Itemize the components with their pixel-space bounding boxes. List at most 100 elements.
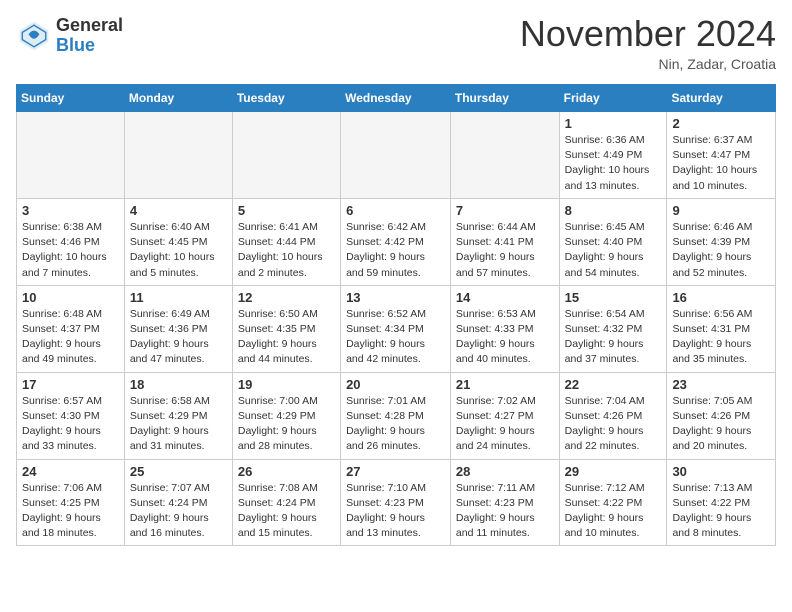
day-header-tuesday: Tuesday — [232, 85, 340, 112]
day-number: 17 — [22, 377, 119, 392]
day-number: 27 — [346, 464, 445, 479]
calendar-cell: 19Sunrise: 7:00 AM Sunset: 4:29 PM Dayli… — [232, 372, 340, 459]
calendar-cell — [124, 112, 232, 199]
calendar-cell: 25Sunrise: 7:07 AM Sunset: 4:24 PM Dayli… — [124, 459, 232, 546]
day-info: Sunrise: 7:10 AM Sunset: 4:23 PM Dayligh… — [346, 481, 445, 542]
day-header-thursday: Thursday — [450, 85, 559, 112]
day-number: 10 — [22, 290, 119, 305]
day-number: 23 — [672, 377, 770, 392]
logo-text: General Blue — [56, 16, 123, 56]
day-info: Sunrise: 7:12 AM Sunset: 4:22 PM Dayligh… — [565, 481, 662, 542]
week-row-3: 10 Sunrise: 6:48 AM Sunset: 4:37 PM Dayli… — [17, 285, 776, 372]
day-info: Sunrise: 7:02 AM Sunset: 4:27 PM Dayligh… — [456, 394, 554, 455]
day-number: 4 — [130, 203, 227, 218]
logo-icon — [16, 18, 52, 54]
calendar-cell: 29 Sunrise: 7:12 AM Sunset: 4:22 PM Dayli… — [559, 459, 667, 546]
day-info: Sunrise: 6:46 AM Sunset: 4:39 PM Dayligh… — [672, 220, 770, 281]
week-row-2: 3Sunrise: 6:38 AM Sunset: 4:46 PM Daylig… — [17, 198, 776, 285]
calendar-cell: 13Sunrise: 6:52 AM Sunset: 4:34 PM Dayli… — [341, 285, 451, 372]
day-number: 7 — [456, 203, 554, 218]
day-info: Sunrise: 7:06 AM Sunset: 4:25 PM Dayligh… — [22, 481, 119, 542]
day-number: 9 — [672, 203, 770, 218]
day-header-sunday: Sunday — [17, 85, 125, 112]
calendar-cell: 7 Sunrise: 6:44 AM Sunset: 4:41 PM Daylig… — [450, 198, 559, 285]
calendar-cell: 2Sunrise: 6:37 AM Sunset: 4:47 PM Daylig… — [667, 112, 776, 199]
day-info: Sunrise: 7:04 AM Sunset: 4:26 PM Dayligh… — [565, 394, 662, 455]
day-number: 30 — [672, 464, 770, 479]
day-info: Sunrise: 7:08 AM Sunset: 4:24 PM Dayligh… — [238, 481, 335, 542]
calendar-cell: 24 Sunrise: 7:06 AM Sunset: 4:25 PM Dayli… — [17, 459, 125, 546]
day-number: 8 — [565, 203, 662, 218]
calendar-cell: 11 Sunrise: 6:49 AM Sunset: 4:36 PM Dayli… — [124, 285, 232, 372]
week-row-4: 17 Sunrise: 6:57 AM Sunset: 4:30 PM Dayli… — [17, 372, 776, 459]
logo-blue: Blue — [56, 36, 123, 56]
day-number: 26 — [238, 464, 335, 479]
day-info: Sunrise: 7:11 AM Sunset: 4:23 PM Dayligh… — [456, 481, 554, 542]
day-info: Sunrise: 6:54 AM Sunset: 4:32 PM Dayligh… — [565, 307, 662, 368]
calendar-cell — [450, 112, 559, 199]
day-info: Sunrise: 6:58 AM Sunset: 4:29 PM Dayligh… — [130, 394, 227, 455]
day-info: Sunrise: 7:07 AM Sunset: 4:24 PM Dayligh… — [130, 481, 227, 542]
day-info: Sunrise: 7:13 AM Sunset: 4:22 PM Dayligh… — [672, 481, 770, 542]
day-number: 15 — [565, 290, 662, 305]
day-number: 28 — [456, 464, 554, 479]
day-info: Sunrise: 7:00 AM Sunset: 4:29 PM Dayligh… — [238, 394, 335, 455]
day-info: Sunrise: 6:48 AM Sunset: 4:37 PM Dayligh… — [22, 307, 119, 368]
day-number: 5 — [238, 203, 335, 218]
day-info: Sunrise: 6:40 AM Sunset: 4:45 PM Dayligh… — [130, 220, 227, 281]
day-info: Sunrise: 6:56 AM Sunset: 4:31 PM Dayligh… — [672, 307, 770, 368]
calendar-cell: 14Sunrise: 6:53 AM Sunset: 4:33 PM Dayli… — [450, 285, 559, 372]
day-number: 24 — [22, 464, 119, 479]
calendar-cell: 16 Sunrise: 6:56 AM Sunset: 4:31 PM Dayli… — [667, 285, 776, 372]
week-row-5: 24 Sunrise: 7:06 AM Sunset: 4:25 PM Dayli… — [17, 459, 776, 546]
calendar-cell: 20 Sunrise: 7:01 AM Sunset: 4:28 PM Dayli… — [341, 372, 451, 459]
month-title: November 2024 — [520, 16, 776, 52]
day-number: 20 — [346, 377, 445, 392]
logo: General Blue — [16, 16, 123, 56]
calendar-cell: 4 Sunrise: 6:40 AM Sunset: 4:45 PM Daylig… — [124, 198, 232, 285]
calendar-cell: 18Sunrise: 6:58 AM Sunset: 4:29 PM Dayli… — [124, 372, 232, 459]
page-header: General Blue November 2024 Nin, Zadar, C… — [16, 16, 776, 72]
day-info: Sunrise: 7:01 AM Sunset: 4:28 PM Dayligh… — [346, 394, 445, 455]
day-number: 2 — [672, 116, 770, 131]
calendar-cell: 6 Sunrise: 6:42 AM Sunset: 4:42 PM Daylig… — [341, 198, 451, 285]
day-number: 6 — [346, 203, 445, 218]
day-info: Sunrise: 6:44 AM Sunset: 4:41 PM Dayligh… — [456, 220, 554, 281]
calendar-cell: 17 Sunrise: 6:57 AM Sunset: 4:30 PM Dayli… — [17, 372, 125, 459]
day-header-friday: Friday — [559, 85, 667, 112]
week-row-1: 1 Sunrise: 6:36 AM Sunset: 4:49 PM Daylig… — [17, 112, 776, 199]
day-number: 16 — [672, 290, 770, 305]
day-info: Sunrise: 6:36 AM Sunset: 4:49 PM Dayligh… — [565, 133, 662, 194]
calendar-cell: 5 Sunrise: 6:41 AM Sunset: 4:44 PM Daylig… — [232, 198, 340, 285]
calendar-table: SundayMondayTuesdayWednesdayThursdayFrid… — [16, 84, 776, 546]
day-info: Sunrise: 6:57 AM Sunset: 4:30 PM Dayligh… — [22, 394, 119, 455]
calendar-cell: 22 Sunrise: 7:04 AM Sunset: 4:26 PM Dayli… — [559, 372, 667, 459]
calendar-cell: 15 Sunrise: 6:54 AM Sunset: 4:32 PM Dayli… — [559, 285, 667, 372]
day-info: Sunrise: 6:38 AM Sunset: 4:46 PM Dayligh… — [22, 220, 119, 281]
day-header-wednesday: Wednesday — [341, 85, 451, 112]
day-header-monday: Monday — [124, 85, 232, 112]
day-number: 1 — [565, 116, 662, 131]
calendar-cell: 3Sunrise: 6:38 AM Sunset: 4:46 PM Daylig… — [17, 198, 125, 285]
calendar-cell: 8 Sunrise: 6:45 AM Sunset: 4:40 PM Daylig… — [559, 198, 667, 285]
day-info: Sunrise: 6:49 AM Sunset: 4:36 PM Dayligh… — [130, 307, 227, 368]
calendar-cell: 12Sunrise: 6:50 AM Sunset: 4:35 PM Dayli… — [232, 285, 340, 372]
day-info: Sunrise: 6:41 AM Sunset: 4:44 PM Dayligh… — [238, 220, 335, 281]
calendar-header-row: SundayMondayTuesdayWednesdayThursdayFrid… — [17, 85, 776, 112]
day-number: 22 — [565, 377, 662, 392]
day-info: Sunrise: 6:53 AM Sunset: 4:33 PM Dayligh… — [456, 307, 554, 368]
day-number: 29 — [565, 464, 662, 479]
calendar-cell: 23 Sunrise: 7:05 AM Sunset: 4:26 PM Dayli… — [667, 372, 776, 459]
calendar-cell — [341, 112, 451, 199]
day-number: 12 — [238, 290, 335, 305]
day-info: Sunrise: 6:42 AM Sunset: 4:42 PM Dayligh… — [346, 220, 445, 281]
day-number: 21 — [456, 377, 554, 392]
calendar-cell: 30 Sunrise: 7:13 AM Sunset: 4:22 PM Dayli… — [667, 459, 776, 546]
logo-general: General — [56, 16, 123, 36]
day-info: Sunrise: 7:05 AM Sunset: 4:26 PM Dayligh… — [672, 394, 770, 455]
day-info: Sunrise: 6:45 AM Sunset: 4:40 PM Dayligh… — [565, 220, 662, 281]
title-block: November 2024 Nin, Zadar, Croatia — [520, 16, 776, 72]
day-number: 11 — [130, 290, 227, 305]
calendar-cell: 26 Sunrise: 7:08 AM Sunset: 4:24 PM Dayli… — [232, 459, 340, 546]
calendar-cell: 1 Sunrise: 6:36 AM Sunset: 4:49 PM Daylig… — [559, 112, 667, 199]
